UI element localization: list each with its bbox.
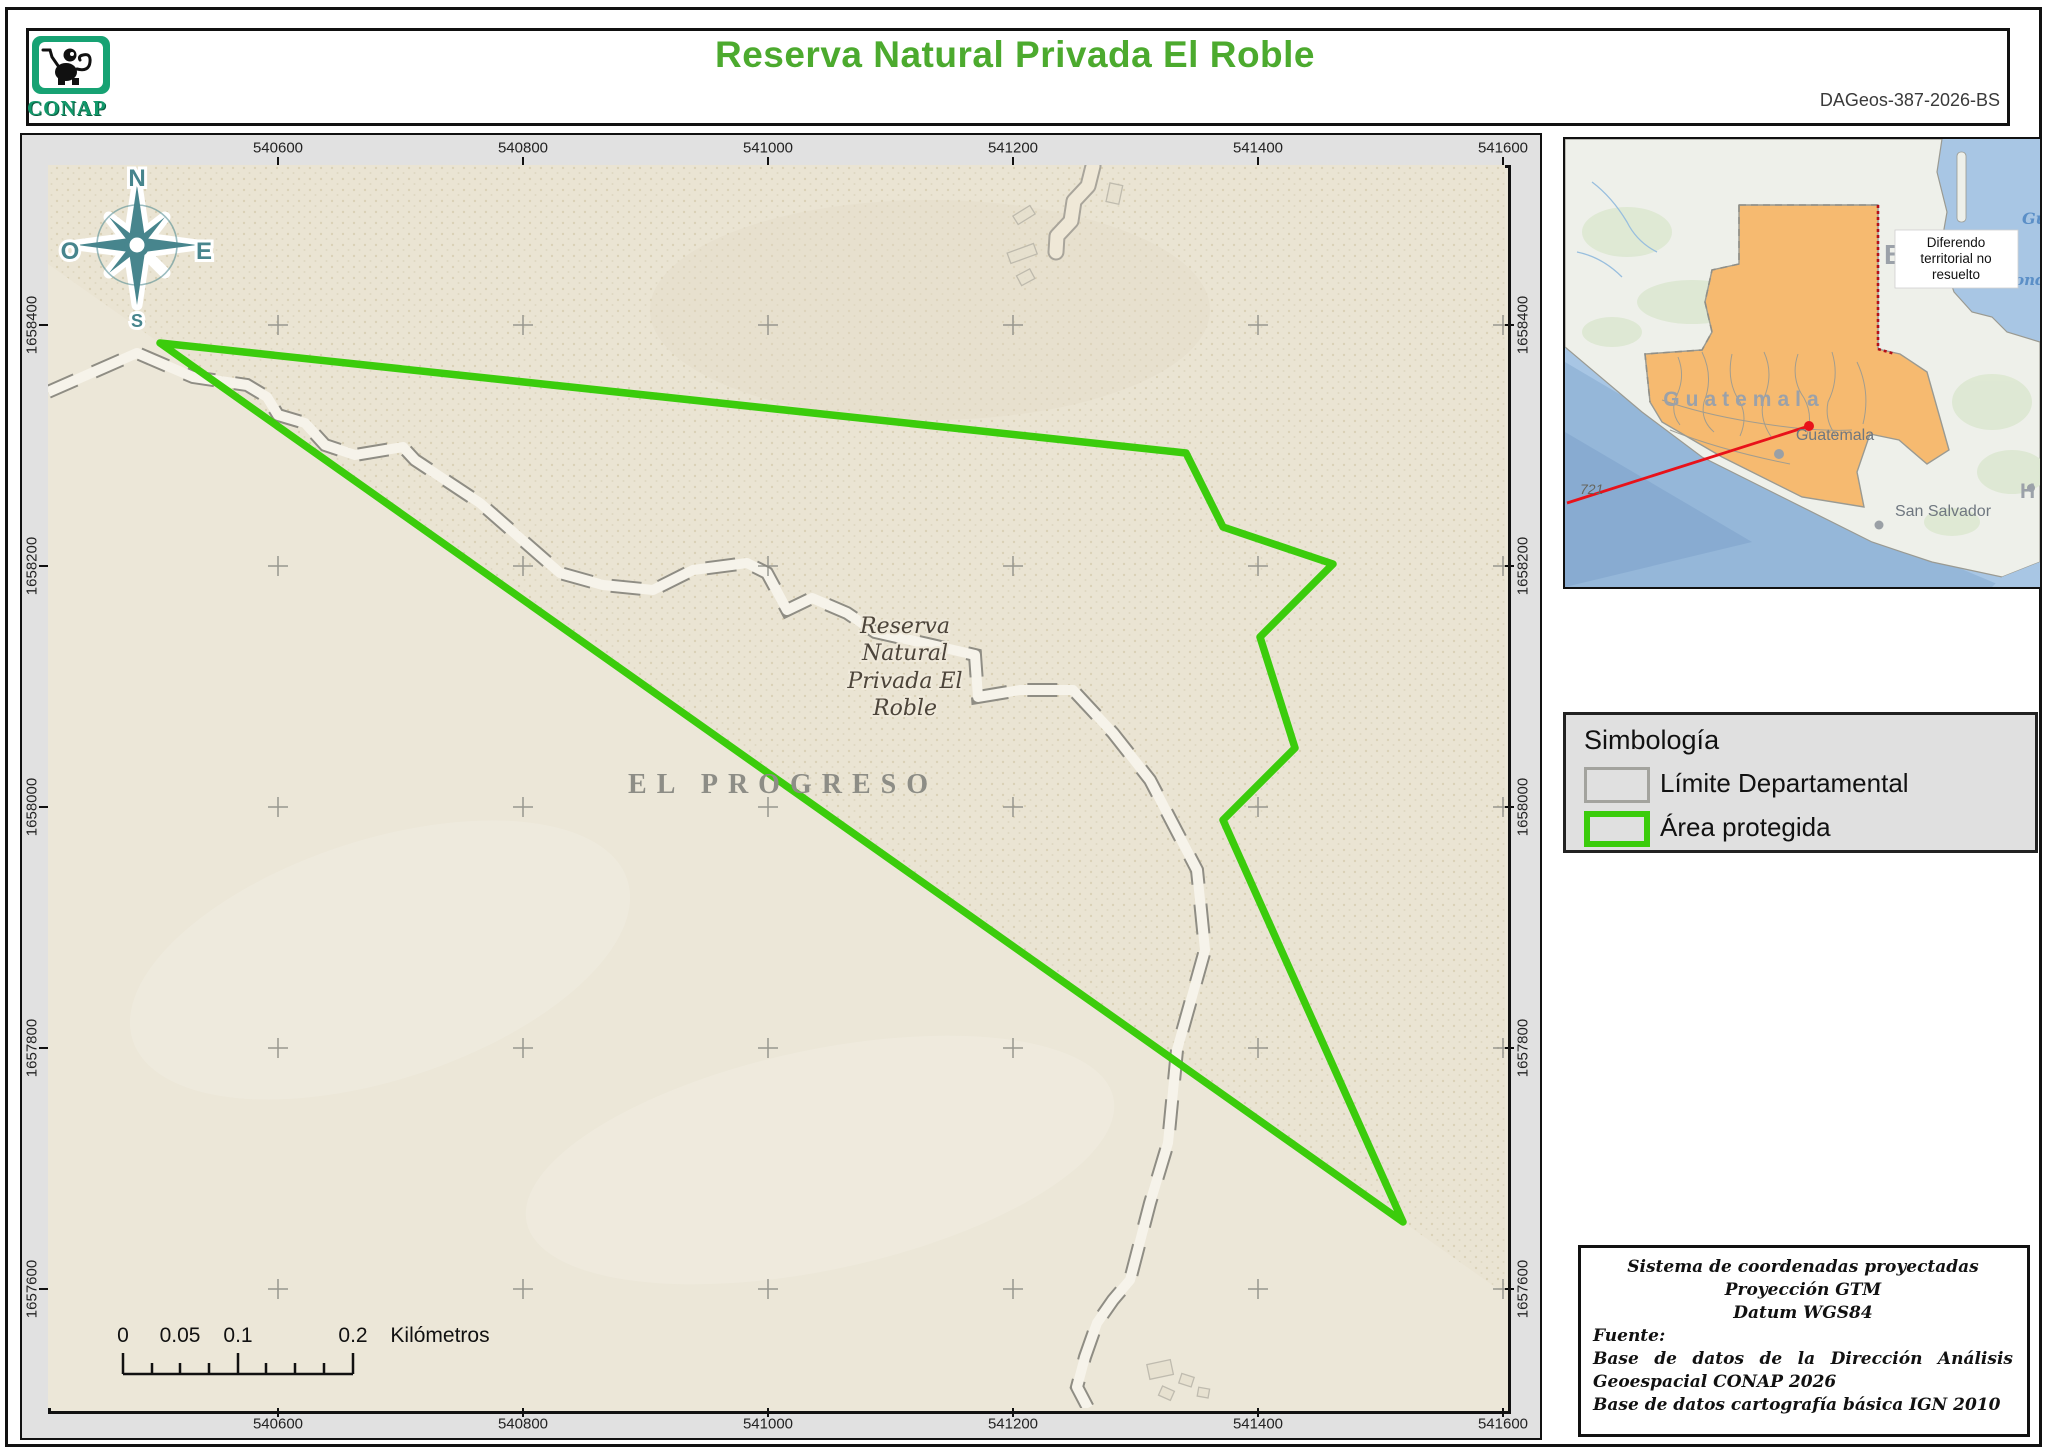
road-number-label: 721 — [1580, 481, 1603, 497]
legend-item-label: Área protegida — [1660, 812, 1831, 842]
grid-label-top: 541000 — [742, 139, 794, 157]
conap-logo-text: CONAP — [27, 96, 107, 120]
grid-label-right: 1658000 — [1514, 777, 1532, 837]
department-name-label: EL PROGRESO — [628, 769, 938, 800]
grid-label-bottom: 541400 — [1232, 1415, 1284, 1433]
source-line: Base de datos de la Dirección Análisis G… — [1593, 1349, 2013, 1392]
crs-line: Datum WGS84 — [1733, 1303, 1873, 1323]
grid-label-top: 541600 — [1477, 139, 1529, 157]
compass-n-label: N — [128, 165, 145, 192]
country-label-guatemala: Guatemala — [1663, 388, 1824, 411]
grid-label-right: 1658400 — [1514, 295, 1532, 355]
svg-text:Natural: Natural — [861, 641, 948, 666]
grid-label-top: 541400 — [1232, 139, 1284, 157]
grid-label-left: 1658400 — [23, 295, 41, 355]
terrain-shade-blob — [650, 200, 1210, 420]
svg-text:Roble: Roble — [872, 696, 937, 721]
crs-line: Proyección GTM — [1724, 1280, 1882, 1300]
grid-label-bottom: 540800 — [497, 1415, 549, 1433]
legend-box: Simbología Límite Departamental Área pro… — [1563, 712, 2038, 853]
grid-label-top: 540800 — [497, 139, 549, 157]
scale-tick-label: 0 — [117, 1324, 129, 1347]
source-line: Base de datos cartografía básica IGN 201… — [1593, 1395, 2001, 1415]
grid-label-right: 1657600 — [1514, 1259, 1532, 1319]
country-label-honduras-fragment: Ho — [2020, 480, 2040, 503]
protected-area-swatch — [1584, 811, 1650, 847]
inset-cays — [1956, 151, 1967, 223]
document-id: DAGeos-387-2026-BS — [1819, 90, 2000, 110]
compass-e-label: E — [196, 238, 212, 265]
locator-inset-map: B Gu Hond Diferendo territorial no resue… — [1563, 137, 2042, 589]
source-heading: Fuente: — [1593, 1326, 1666, 1346]
map-sheet: Reserva Natural Privada El Roble CONAP D… — [0, 0, 2048, 1452]
grid-label-right: 1657800 — [1514, 1018, 1532, 1078]
svg-text:territorial no: territorial no — [1920, 251, 1991, 266]
grid-label-top: 540600 — [252, 139, 304, 157]
scale-tick-label: 0.1 — [223, 1324, 252, 1347]
departmental-limit-swatch — [1584, 767, 1650, 803]
svg-text:Reserva: Reserva — [859, 614, 950, 639]
compass-s-label: S — [131, 311, 143, 331]
grid-label-bottom: 541600 — [1477, 1415, 1529, 1433]
credits-box: Sistema de coordenadas proyectadas Proye… — [1578, 1245, 2030, 1437]
grid-label-top: 541200 — [987, 139, 1039, 157]
svg-text:Diferendo: Diferendo — [1927, 235, 1986, 250]
page-title: Reserva Natural Privada El Roble — [714, 34, 1316, 75]
crs-line: Sistema de coordenadas proyectadas — [1627, 1257, 1979, 1277]
grid-label-right: 1658200 — [1514, 536, 1532, 596]
grid-label-left: 1657600 — [23, 1259, 41, 1319]
grid-label-bottom: 540600 — [252, 1415, 304, 1433]
scale-tick-label: 0.05 — [160, 1324, 201, 1347]
grid-label-bottom: 541200 — [987, 1415, 1039, 1433]
grid-label-left: 1657800 — [23, 1018, 41, 1078]
main-map: Reserva Natural Privada El Roble EL PROG… — [48, 165, 1505, 1408]
svg-text:Gu: Gu — [2022, 209, 2040, 228]
conap-logo-monkey-icon — [39, 42, 103, 88]
svg-text:resuelto: resuelto — [1932, 267, 1980, 282]
city-label-san-salvador: San Salvador — [1895, 503, 1992, 520]
conap-logo-icon — [32, 36, 110, 94]
grid-label-left: 1658000 — [23, 777, 41, 837]
compass-o-label: O — [61, 238, 80, 265]
scale-unit-label: Kilómetros — [390, 1324, 489, 1347]
scale-tick-label: 0.2 — [338, 1324, 367, 1347]
grid-label-left: 1658200 — [23, 536, 41, 596]
city-label-guatemala: Guatemala — [1796, 427, 1874, 444]
grid-label-bottom: 541000 — [742, 1415, 794, 1433]
svg-text:Privada El: Privada El — [846, 669, 962, 694]
legend-title: Simbología — [1584, 725, 1720, 755]
legend-item-label: Límite Departamental — [1660, 768, 1909, 798]
